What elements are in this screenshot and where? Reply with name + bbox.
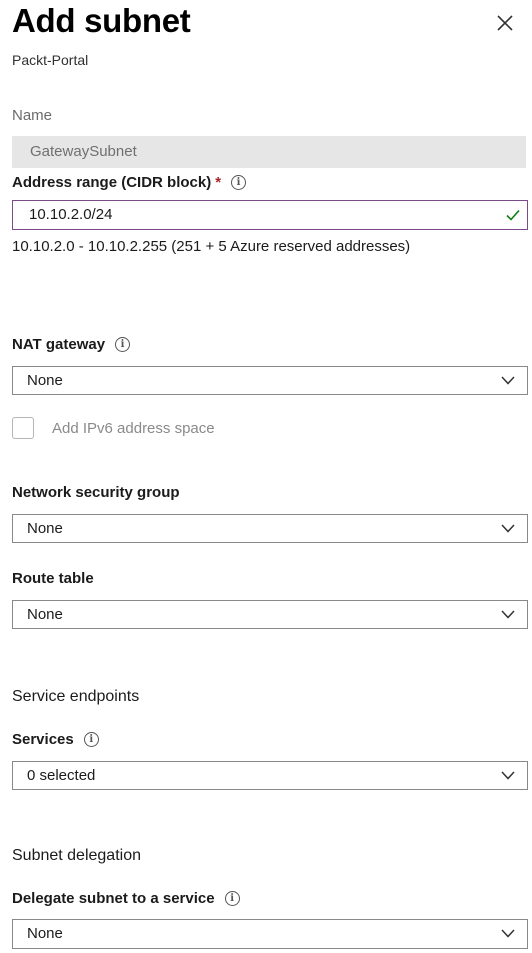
info-icon[interactable]: i [224, 891, 240, 906]
ipv6-checkbox[interactable] [12, 417, 34, 439]
nat-gateway-dropdown[interactable]: None [12, 366, 528, 395]
panel-title: Add subnet [12, 2, 191, 39]
delegate-value: None [27, 925, 63, 942]
address-range-label-text: Address range (CIDR block) [12, 174, 212, 191]
chevron-down-icon [501, 929, 515, 938]
info-icon[interactable]: i [231, 175, 247, 190]
checkmark-icon [506, 209, 520, 221]
services-dropdown[interactable]: 0 selected [12, 761, 528, 790]
route-table-label: Route table [12, 570, 94, 587]
chevron-down-icon [501, 524, 515, 533]
panel-subtitle: Packt-Portal [12, 52, 89, 68]
delegate-dropdown[interactable]: None [12, 919, 528, 949]
address-range-input[interactable]: 10.10.2.0/24 [12, 200, 528, 230]
nat-gateway-label-text: NAT gateway [12, 336, 106, 353]
nsg-value: None [27, 520, 63, 537]
nat-gateway-label: NAT gateway i [12, 336, 131, 353]
address-range-value: 10.10.2.0/24 [29, 206, 113, 223]
nsg-dropdown[interactable]: None [12, 514, 528, 543]
info-icon[interactable]: i [83, 732, 99, 747]
chevron-down-icon [501, 376, 515, 385]
subnet-delegation-heading: Subnet delegation [12, 847, 141, 864]
name-label: Name [12, 107, 53, 124]
services-label: Services i [12, 731, 99, 748]
services-label-text: Services [12, 731, 74, 748]
chevron-down-icon [501, 610, 515, 619]
nsg-label: Network security group [12, 484, 180, 501]
address-range-label: Address range (CIDR block) * i [12, 174, 247, 191]
info-icon[interactable]: i [115, 337, 131, 352]
delegate-label-text: Delegate subnet to a service [12, 890, 215, 907]
services-value: 0 selected [27, 767, 96, 784]
name-field: GatewaySubnet [12, 136, 526, 168]
required-marker: * [215, 174, 222, 191]
service-endpoints-heading: Service endpoints [12, 688, 140, 705]
delegate-label: Delegate subnet to a service i [12, 890, 240, 907]
route-table-value: None [27, 606, 63, 623]
route-table-dropdown[interactable]: None [12, 600, 528, 629]
nat-gateway-value: None [27, 372, 63, 389]
ipv6-checkbox-label: Add IPv6 address space [52, 420, 215, 437]
address-range-hint: 10.10.2.0 - 10.10.2.255 (251 + 5 Azure r… [12, 238, 411, 255]
chevron-down-icon [501, 771, 515, 780]
close-icon[interactable] [494, 12, 516, 34]
